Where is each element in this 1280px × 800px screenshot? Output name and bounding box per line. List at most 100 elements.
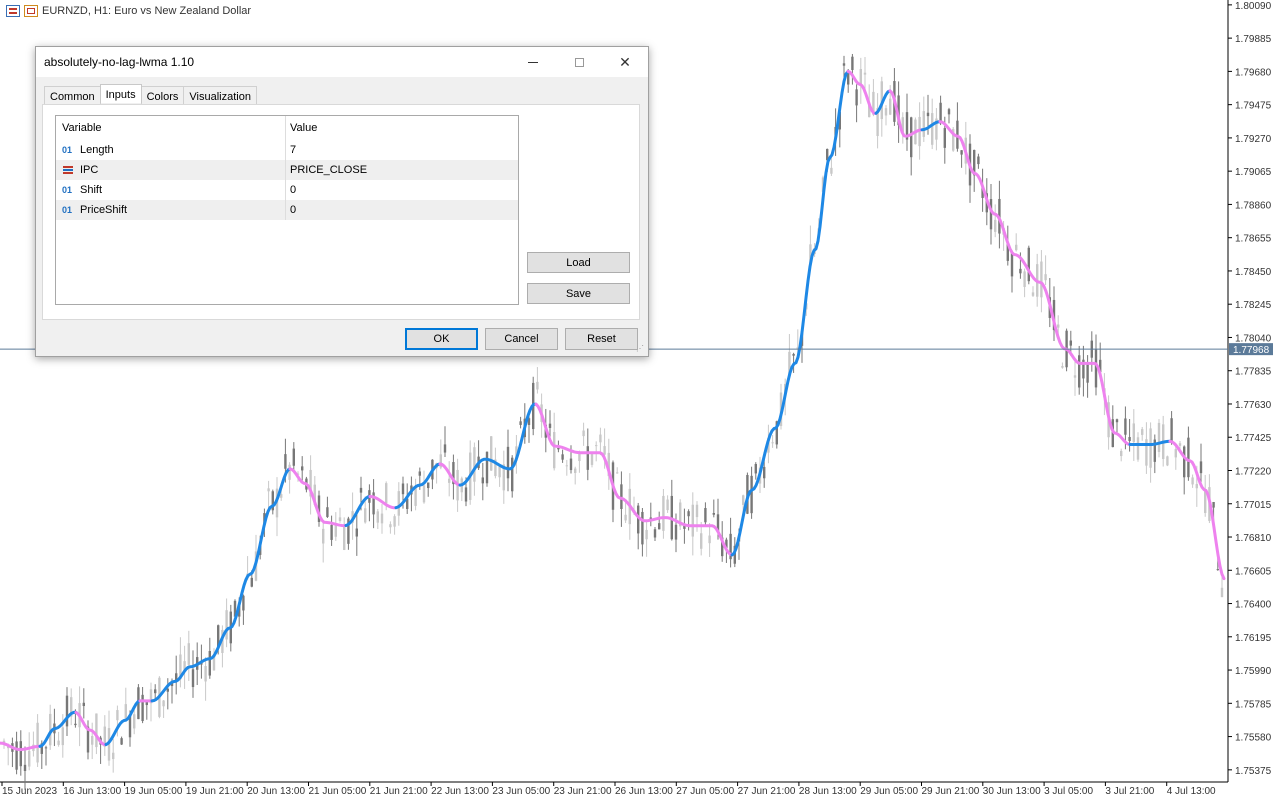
candle-body	[82, 702, 85, 707]
dialog-titlebar[interactable]: absolutely-no-lag-lwma 1.10 ✕	[36, 47, 648, 77]
time-label: 3 Jul 05:00	[1044, 786, 1093, 797]
variable-value[interactable]: 7	[286, 144, 296, 156]
candle-body	[65, 695, 69, 727]
candle-body	[23, 764, 27, 771]
close-button[interactable]: ✕	[602, 47, 648, 77]
time-label: 27 Jun 05:00	[676, 786, 734, 797]
candle-body	[926, 112, 930, 117]
one-click-trading-icon[interactable]	[24, 5, 38, 17]
resize-grip-icon[interactable]: ⋰	[636, 344, 646, 354]
candle-body	[473, 447, 476, 482]
candle-body	[977, 156, 980, 165]
candle-body	[15, 741, 18, 770]
dialog-title: absolutely-no-lag-lwma 1.10	[44, 55, 195, 69]
candle-body	[301, 466, 304, 471]
price-label: 1.77425	[1235, 433, 1272, 444]
price-label: 1.76400	[1235, 600, 1272, 611]
load-button[interactable]: Load	[527, 252, 630, 273]
price-label: 1.76605	[1235, 566, 1272, 577]
candle-body	[855, 89, 858, 106]
candle-body	[1120, 450, 1123, 457]
candle-body	[641, 511, 644, 545]
variable-value[interactable]: PRICE_CLOSE	[286, 164, 367, 176]
candle-body	[191, 669, 195, 688]
candle-body	[44, 747, 48, 749]
tab-visualization[interactable]: Visualization	[183, 86, 257, 105]
candle-body	[750, 475, 753, 514]
candle-body	[586, 446, 589, 470]
integer-type-icon: 01	[62, 145, 73, 155]
header-value[interactable]: Value	[286, 122, 317, 134]
time-label: 23 Jun 05:00	[492, 786, 550, 797]
candle-body	[225, 610, 228, 640]
tab-colors[interactable]: Colors	[140, 86, 185, 105]
save-button[interactable]: Save	[527, 283, 630, 304]
tab-inputs[interactable]: Inputs	[99, 84, 142, 103]
candle-body	[250, 577, 253, 587]
price-label: 1.79680	[1235, 67, 1272, 78]
table-row[interactable]: 01 PriceShift 0	[56, 200, 518, 220]
table-row[interactable]: 01 Length 7	[56, 140, 518, 160]
candle-body	[120, 738, 123, 745]
candle-body	[889, 98, 892, 115]
time-label: 29 Jun 21:00	[922, 786, 980, 797]
variable-value[interactable]: 0	[286, 204, 296, 216]
ok-button[interactable]: OK	[405, 328, 478, 350]
table-row[interactable]: 01 Shift 0	[56, 180, 518, 200]
tab-common[interactable]: Common	[44, 86, 101, 105]
price-label: 1.77220	[1235, 466, 1272, 477]
candle-body	[343, 526, 346, 550]
price-label: 1.80090	[1235, 1, 1272, 12]
price-label: 1.79885	[1235, 34, 1272, 45]
price-label: 1.75375	[1235, 766, 1272, 777]
candle-body	[506, 446, 510, 479]
table-row[interactable]: IPC PRICE_CLOSE	[56, 160, 518, 180]
maximize-button[interactable]	[556, 47, 602, 77]
candle-body	[19, 741, 22, 767]
candle-body	[1141, 429, 1144, 435]
candle-body	[330, 525, 333, 540]
time-label: 21 Jun 21:00	[370, 786, 428, 797]
candle-body	[763, 466, 766, 479]
inputs-grid: Variable Value 01 Length 7 IPC PRICE_CLO…	[55, 115, 519, 305]
candle-body	[414, 486, 417, 506]
reset-button[interactable]: Reset	[565, 328, 638, 350]
candle-body	[1191, 477, 1194, 485]
candle-body	[359, 487, 363, 493]
candle-body	[561, 454, 564, 460]
candle-body	[1040, 261, 1043, 298]
variable-name: PriceShift	[80, 204, 128, 216]
candle-body	[1078, 355, 1081, 388]
header-variable[interactable]: Variable	[56, 116, 286, 140]
candle-body	[1216, 569, 1219, 571]
lwma-down-segment	[534, 402, 734, 557]
candle-body	[574, 468, 577, 473]
candle-body	[947, 109, 951, 115]
chart-menu-icon[interactable]	[6, 5, 20, 17]
variable-name: Length	[80, 144, 114, 156]
time-label: 21 Jun 05:00	[309, 786, 367, 797]
variable-value[interactable]: 0	[286, 184, 296, 196]
candle-body	[590, 453, 594, 465]
candle-body	[1195, 484, 1198, 489]
candle-body	[91, 736, 94, 745]
candle-body	[1212, 502, 1215, 508]
minimize-button[interactable]	[510, 47, 556, 77]
cancel-button[interactable]: Cancel	[485, 328, 558, 350]
candle-body	[989, 199, 993, 230]
price-axis: 1.80090 1.79885 1.79680 1.79475 1.79270 1.790…	[1228, 1, 1272, 777]
candle-body	[364, 508, 367, 523]
candle-body	[427, 482, 430, 489]
price-label: 1.77015	[1235, 500, 1272, 511]
enum-type-icon	[62, 165, 74, 175]
lwma-up-segment	[150, 467, 292, 703]
price-label: 1.79065	[1235, 167, 1272, 178]
candle-body	[393, 516, 396, 527]
candle-body	[708, 535, 711, 544]
maximize-icon	[574, 57, 584, 67]
candle-body	[511, 457, 514, 492]
variable-name: Shift	[80, 184, 103, 196]
candle-body	[754, 463, 757, 474]
time-label: 29 Jun 05:00	[860, 786, 918, 797]
time-label: 19 Jun 05:00	[125, 786, 183, 797]
